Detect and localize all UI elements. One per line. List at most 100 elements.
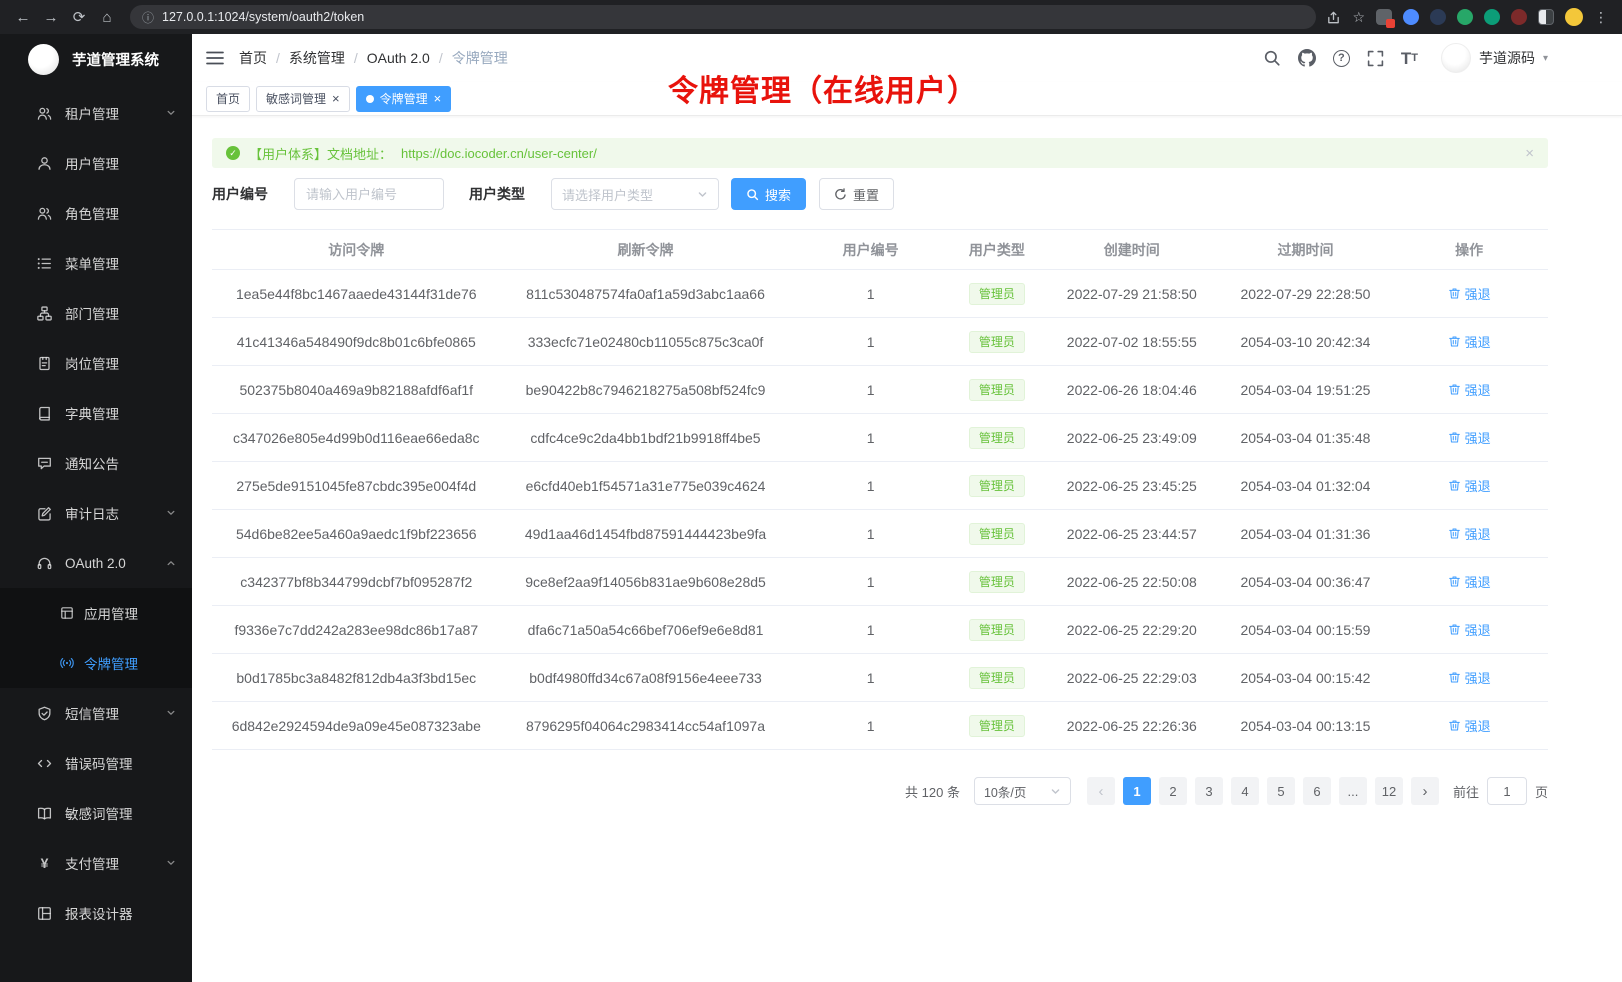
sidebar-item-pay-management[interactable]: ¥ 支付管理 bbox=[0, 838, 192, 888]
page-button-2[interactable]: 2 bbox=[1159, 777, 1187, 805]
force-logout-button[interactable]: 强退 bbox=[1448, 620, 1491, 639]
sidebar-item-user-management[interactable]: 用户管理 bbox=[0, 138, 192, 188]
alert-close-icon[interactable]: × bbox=[1525, 145, 1534, 162]
table-row: c342377bf8b344799dcbf7bf095287f2 9ce8ef2… bbox=[212, 558, 1548, 606]
user-menu[interactable]: 芋道源码 ▾ bbox=[1441, 43, 1548, 73]
doc-link[interactable]: https://doc.iocoder.cn/user-center/ bbox=[401, 146, 597, 161]
extension-icon-3[interactable] bbox=[1457, 9, 1473, 25]
org-tree-icon bbox=[37, 306, 52, 321]
bookmark-star-icon[interactable]: ☆ bbox=[1352, 9, 1365, 26]
app-logo[interactable]: 芋道管理系统 bbox=[0, 34, 192, 84]
tab-close-icon[interactable]: × bbox=[332, 92, 340, 105]
force-logout-button[interactable]: 强退 bbox=[1448, 284, 1491, 303]
sidebar-item-token-management[interactable]: 令牌管理 bbox=[0, 638, 192, 688]
sidebar-item-menu-management[interactable]: 菜单管理 bbox=[0, 238, 192, 288]
page-button-12[interactable]: 12 bbox=[1375, 777, 1403, 805]
create-time-cell: 2022-07-29 21:58:50 bbox=[1043, 270, 1221, 318]
user-id-input[interactable] bbox=[294, 178, 444, 210]
hamburger-icon[interactable] bbox=[206, 50, 224, 66]
fullscreen-icon[interactable] bbox=[1367, 50, 1384, 67]
extensions-icon[interactable] bbox=[1376, 9, 1392, 25]
refresh-token-cell: dfa6c71a50a54c66bef706ef9e6e8d81 bbox=[501, 606, 791, 654]
breadcrumb: 首页 / 系统管理 / OAuth 2.0 / 令牌管理 bbox=[239, 48, 508, 68]
sidebar-item-audit-log[interactable]: 审计日志 bbox=[0, 488, 192, 538]
goto-page-input[interactable] bbox=[1487, 777, 1527, 805]
screen: ← → ⟳ ⌂ ⓘ 127.0.0.1:1024/system/oauth2/t… bbox=[0, 0, 1622, 982]
sidebar-item-report-designer[interactable]: 报表设计器 bbox=[0, 888, 192, 938]
sidebar-item-tenant-management[interactable]: 租户管理 bbox=[0, 88, 192, 138]
browser-refresh-icon[interactable]: ⟳ bbox=[66, 4, 92, 30]
sidebar-item-sensitive-word-management[interactable]: 敏感词管理 bbox=[0, 788, 192, 838]
create-time-cell: 2022-07-02 18:55:55 bbox=[1043, 318, 1221, 366]
tab-token-management[interactable]: 令牌管理 × bbox=[356, 86, 452, 112]
force-logout-button[interactable]: 强退 bbox=[1448, 524, 1491, 543]
user-type-badge: 管理员 bbox=[969, 523, 1025, 545]
share-icon[interactable] bbox=[1326, 10, 1341, 25]
sidebar-item-oauth2[interactable]: OAuth 2.0 bbox=[0, 538, 192, 588]
page-button-5[interactable]: 5 bbox=[1267, 777, 1295, 805]
user-type-badge: 管理员 bbox=[969, 283, 1025, 305]
delete-icon bbox=[1448, 383, 1461, 396]
force-logout-button[interactable]: 强退 bbox=[1448, 476, 1491, 495]
sidebar-item-error-code-management[interactable]: 错误码管理 bbox=[0, 738, 192, 788]
reset-button[interactable]: 重置 bbox=[819, 178, 894, 210]
shield-icon bbox=[37, 706, 52, 721]
extension-icon-4[interactable] bbox=[1484, 9, 1500, 25]
page-button-1[interactable]: 1 bbox=[1123, 777, 1151, 805]
force-logout-button[interactable]: 强退 bbox=[1448, 332, 1491, 351]
table-row: 41c41346a548490f9dc8b01c6bfe0865 333ecfc… bbox=[212, 318, 1548, 366]
page-button-3[interactable]: 3 bbox=[1195, 777, 1223, 805]
prev-page-button[interactable]: ‹ bbox=[1087, 777, 1115, 805]
browser-forward-icon[interactable]: → bbox=[38, 4, 64, 30]
browser-url-bar[interactable]: ⓘ 127.0.0.1:1024/system/oauth2/token bbox=[130, 5, 1316, 29]
tab-close-icon[interactable]: × bbox=[434, 92, 442, 105]
user-type-select[interactable]: 请选择用户类型 bbox=[551, 178, 719, 210]
force-logout-button[interactable]: 强退 bbox=[1448, 668, 1491, 687]
search-button[interactable]: 搜索 bbox=[731, 178, 806, 210]
next-page-button[interactable]: › bbox=[1411, 777, 1439, 805]
page-size-select[interactable]: 10条/页 bbox=[974, 777, 1071, 805]
page-button-4[interactable]: 4 bbox=[1231, 777, 1259, 805]
force-logout-button[interactable]: 强退 bbox=[1448, 572, 1491, 591]
force-logout-button[interactable]: 强退 bbox=[1448, 716, 1491, 735]
refresh-token-cell: b0df4980ffd34c67a08f9156e4eee733 bbox=[501, 654, 791, 702]
font-size-icon[interactable]: TT bbox=[1401, 50, 1418, 67]
sidebar-item-notice-announcement[interactable]: 通知公告 bbox=[0, 438, 192, 488]
sidebar-item-post-management[interactable]: 岗位管理 bbox=[0, 338, 192, 388]
github-icon[interactable] bbox=[1298, 49, 1316, 67]
alert-text: 【用户体系】文档地址： bbox=[249, 144, 392, 163]
extension-icon-2[interactable] bbox=[1430, 9, 1446, 25]
page-button-6[interactable]: 6 bbox=[1303, 777, 1331, 805]
browser-home-icon[interactable]: ⌂ bbox=[94, 4, 120, 30]
extension-icon-5[interactable] bbox=[1511, 9, 1527, 25]
tab-home[interactable]: 首页 bbox=[206, 86, 250, 112]
tab-sensitive-word[interactable]: 敏感词管理 × bbox=[256, 86, 350, 112]
sidebar-item-sms-management[interactable]: 短信管理 bbox=[0, 688, 192, 738]
extension-icon-1[interactable] bbox=[1403, 9, 1419, 25]
help-icon[interactable]: ? bbox=[1333, 50, 1350, 67]
breadcrumb-oauth2[interactable]: OAuth 2.0 bbox=[367, 50, 430, 66]
force-logout-button[interactable]: 强退 bbox=[1448, 428, 1491, 447]
breadcrumb-home[interactable]: 首页 bbox=[239, 48, 267, 68]
access-token-cell: 6d842e2924594de9a09e45e087323abe bbox=[212, 702, 501, 750]
user-id-label: 用户编号 bbox=[212, 184, 268, 204]
page-info-icon[interactable]: ⓘ bbox=[142, 9, 154, 26]
token-table-wrap: 访问令牌 刷新令牌 用户编号 用户类型 创建时间 过期时间 操作 bbox=[212, 229, 1548, 750]
dark-mode-extension-icon[interactable] bbox=[1538, 9, 1554, 25]
browser-menu-icon[interactable]: ⋮ bbox=[1594, 9, 1608, 26]
sidebar-item-app-management[interactable]: 应用管理 bbox=[0, 588, 192, 638]
refresh-token-cell: cdfc4ce9c2da4bb1bdf21b9918ff4be5 bbox=[501, 414, 791, 462]
table-row: b0d1785bc3a8482f812db4a3f3bd15ec b0df498… bbox=[212, 654, 1548, 702]
browser-back-icon[interactable]: ← bbox=[10, 4, 36, 30]
sidebar-item-role-management[interactable]: 角色管理 bbox=[0, 188, 192, 238]
search-icon[interactable] bbox=[1263, 49, 1281, 67]
create-time-cell: 2022-06-25 22:26:36 bbox=[1043, 702, 1221, 750]
breadcrumb-system[interactable]: 系统管理 bbox=[289, 48, 345, 68]
page-ellipsis-button[interactable]: ... bbox=[1339, 777, 1367, 805]
refresh-token-cell: 333ecfc71e02480cb11055c875c3ca0f bbox=[501, 318, 791, 366]
sidebar-item-dict-management[interactable]: 字典管理 bbox=[0, 388, 192, 438]
browser-profile-avatar[interactable] bbox=[1565, 8, 1583, 26]
force-logout-button[interactable]: 强退 bbox=[1448, 380, 1491, 399]
sidebar-item-dept-management[interactable]: 部门管理 bbox=[0, 288, 192, 338]
table-row: 1ea5e44f8bc1467aaede43144f31de76 811c530… bbox=[212, 270, 1548, 318]
